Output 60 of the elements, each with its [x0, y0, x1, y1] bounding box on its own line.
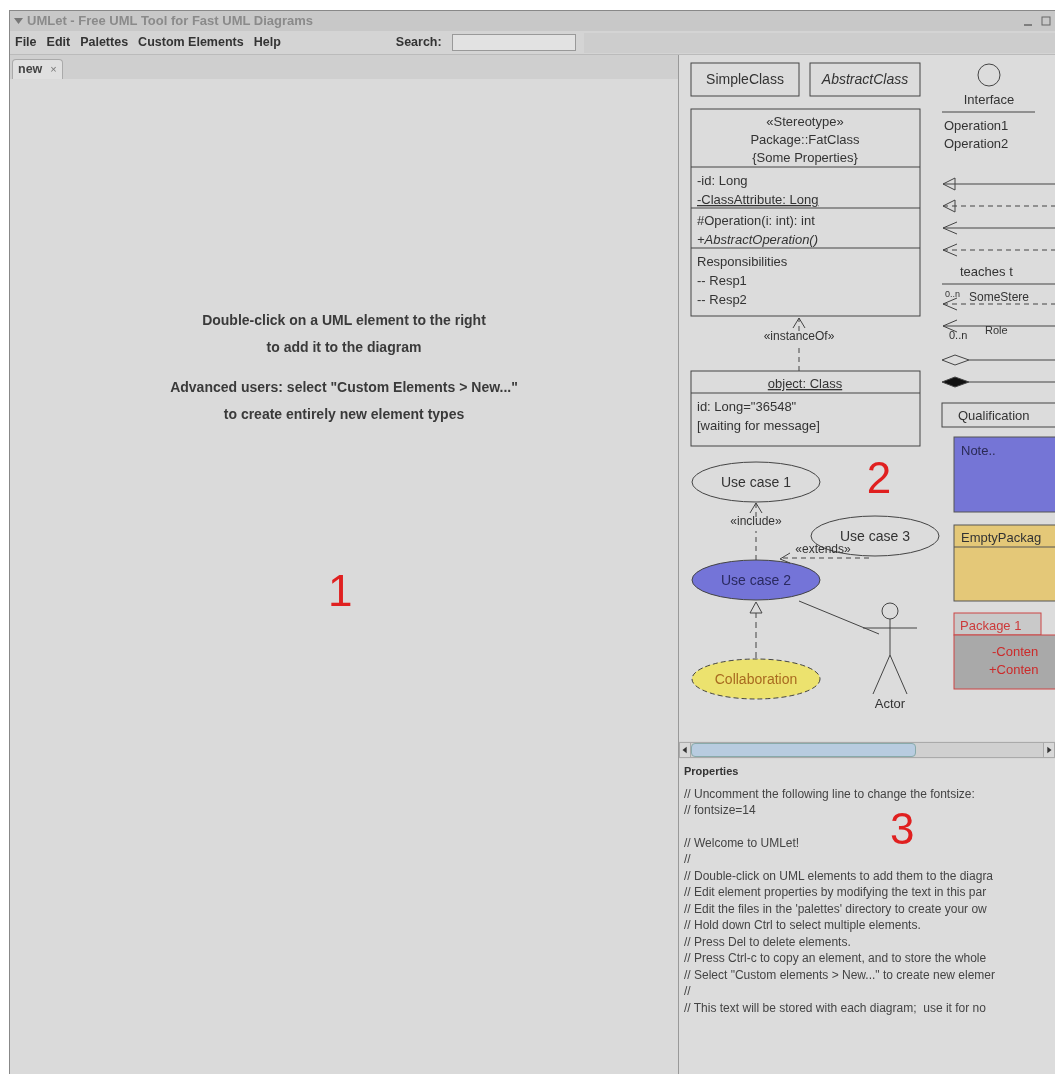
window-title: UMLet - Free UML Tool for Fast UML Diagrams — [27, 12, 315, 31]
property-text-line: // — [684, 983, 692, 1000]
menu-item[interactable]: Help — [248, 33, 286, 52]
annotation-number: 3 — [890, 807, 915, 851]
search-label: Search: — [395, 34, 442, 52]
note-element: Note.. — [953, 436, 1055, 513]
hint-text: Advanced users: select "Custom Elements > New..." — [170, 378, 518, 396]
stereotype-label: SomeStere — [969, 290, 1030, 304]
actor-label: Actor — [874, 696, 906, 711]
interface-circle-icon — [977, 63, 1001, 87]
hint-text: to add it to the diagram — [266, 338, 422, 356]
panel-title: Properties — [684, 764, 740, 779]
package-element: EmptyPackag — [953, 524, 1055, 602]
property-text-line: // fontsize=14 — [684, 802, 757, 819]
property-text-line: // Uncomment the following line to change the fontsize: — [684, 785, 976, 802]
use-case-element: Use case 1 — [691, 461, 821, 503]
multiplicity-label: 0..n — [945, 289, 960, 299]
multiplicity-label: 0..n — [949, 329, 968, 341]
menu-item[interactable]: Palettes — [75, 33, 134, 52]
tab-close-button[interactable]: × — [50, 61, 57, 78]
maximize-icon[interactable] — [1041, 16, 1051, 26]
property-text-line: // Press Ctrl-c to copy an element, and to store the whole — [684, 950, 988, 967]
property-text-line: // Edit element properties by modifying the text in this par — [684, 884, 988, 901]
menu-item[interactable]: Custom Elements — [133, 33, 249, 52]
property-text-line: // Select "Custom elements > New..." to create new elemer — [684, 966, 996, 983]
search-field[interactable] — [451, 34, 576, 51]
realization-arrow — [749, 601, 763, 659]
class-element: «Stereotype» Package::FatClass {Some Properties} -id: Long -ClassAttribute: Long #Operation(i: int): int +AbstractOperation() Responsibilities -- Resp1 -- Resp2 — [690, 108, 921, 317]
abstract-class-element: AbstractClass — [809, 62, 921, 97]
hint-text: to create entirely new element types — [223, 405, 465, 423]
annotation-number: 1 — [328, 569, 353, 613]
menu-caret-icon[interactable] — [14, 18, 23, 24]
operation-text: Operation2 — [944, 136, 1009, 151]
property-text-line: // Edit the files in the 'palettes' directory to create your ow — [684, 900, 988, 917]
qualification-element: Qualification — [941, 402, 1055, 428]
property-text-line: // Welcome to UMLet! — [684, 834, 801, 851]
property-text-line: // Press Del to delete elements. — [684, 933, 852, 950]
collaboration-element: Collaboration — [691, 658, 821, 700]
package-element: Package 1 -Conten +Conten — [953, 612, 1055, 690]
interface-label: Interface — [963, 92, 1015, 107]
property-text-line: // This text will be stored with each diagram; use it for no — [684, 999, 987, 1016]
scrollbar-thumb[interactable] — [691, 743, 916, 757]
menu-item[interactable]: Edit — [41, 33, 76, 52]
scroll-right-icon[interactable] — [1043, 742, 1055, 758]
menu-item[interactable]: File — [10, 33, 42, 52]
property-text-line: // Hold down Ctrl to select multiple elements. — [684, 917, 922, 934]
hint-text: Double-click on a UML element to the right — [202, 311, 486, 329]
property-text-line: // — [684, 851, 692, 868]
role-label: Role — [985, 324, 1008, 336]
stereotype-label: «include» — [730, 514, 782, 528]
simple-class-element: SimpleClass — [690, 62, 800, 97]
document-tab[interactable]: new × — [12, 59, 63, 79]
object-element: object: Class id: Long="36548" [waiting for message] — [690, 370, 921, 447]
stereotype-label: «instanceOf» — [763, 329, 835, 343]
operation-text: Operation1 — [944, 118, 1009, 133]
association-label: teaches t — [960, 264, 1013, 279]
annotation-number: 2 — [866, 453, 892, 502]
scroll-left-icon[interactable] — [679, 742, 691, 758]
property-text-line: // Double-click on UML elements to add them to the diagra — [684, 867, 995, 884]
use-case-element: Use case 2 — [691, 559, 821, 601]
